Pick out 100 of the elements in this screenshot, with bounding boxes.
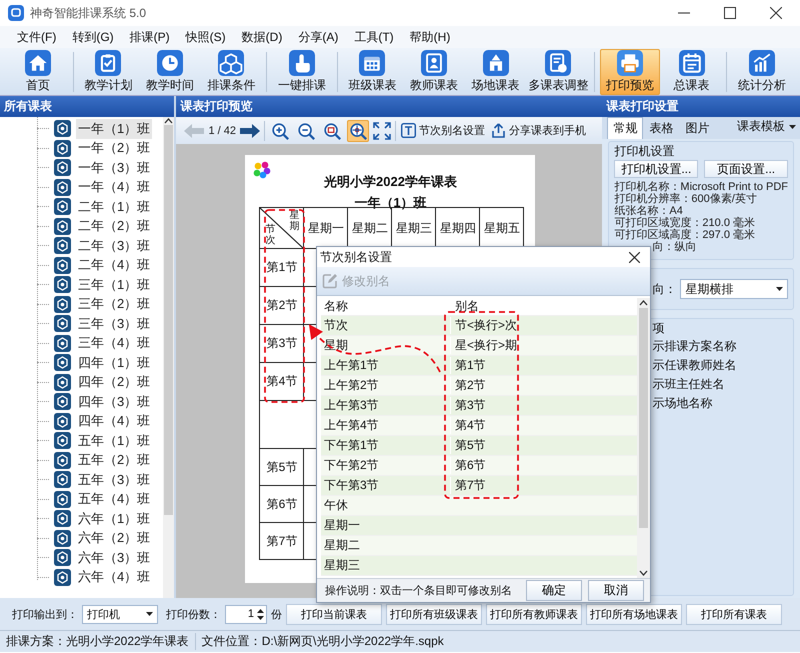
share-button[interactable]: 分享课表到手机 bbox=[490, 123, 588, 138]
class-icon bbox=[54, 452, 71, 469]
building-icon bbox=[480, 50, 511, 76]
tree-item[interactable]: 六年（2）班 bbox=[76, 528, 152, 548]
period-label: 第3节 bbox=[266, 336, 298, 350]
close-icon[interactable] bbox=[629, 252, 640, 262]
class-icon bbox=[54, 276, 71, 294]
tree-item[interactable]: 三年（3）班 bbox=[76, 314, 152, 334]
tree-item[interactable]: 二年（1）班 bbox=[76, 196, 152, 217]
table-cell: 上午第4节 bbox=[324, 418, 379, 432]
copies-spinner[interactable]: 1 bbox=[225, 604, 267, 624]
layout-dropdown[interactable]: 星期横排 bbox=[680, 279, 788, 299]
fullscreen-icon[interactable] bbox=[373, 122, 392, 140]
tree-item[interactable]: 二年（3）班 bbox=[76, 236, 152, 256]
scroll-down-icon[interactable] bbox=[639, 568, 648, 578]
tree-item[interactable]: 一年（2）班 bbox=[76, 138, 152, 158]
menu-item[interactable]: 数据(D) bbox=[234, 26, 290, 48]
day-header: 星期五 bbox=[484, 220, 520, 234]
tree-item[interactable]: 一年（4）班 bbox=[76, 177, 152, 198]
tree-item[interactable]: 四年（3）班 bbox=[76, 392, 152, 412]
toolbar-button[interactable]: 打印预览 bbox=[600, 48, 660, 94]
unit-label: 份 bbox=[271, 608, 282, 622]
toolbar-button[interactable]: 班级课表 bbox=[342, 48, 402, 94]
template-menu[interactable]: 课表模板 bbox=[733, 118, 800, 139]
class-icon bbox=[54, 315, 71, 332]
menu-item[interactable]: 分享(A) bbox=[290, 26, 346, 48]
menu-item[interactable]: 排课(P) bbox=[122, 26, 178, 48]
option-label: 示排课方案名称 bbox=[652, 338, 738, 355]
class-icon bbox=[54, 510, 71, 528]
tree-item[interactable]: 六年（1）班 bbox=[76, 508, 152, 529]
class-icon bbox=[54, 530, 71, 547]
maximize-icon[interactable] bbox=[724, 7, 736, 19]
printer-info: 可打印区域宽度：210.0 毫米 bbox=[614, 217, 756, 229]
toolbar-button[interactable]: 场地课表 bbox=[466, 48, 526, 94]
printer-info: 打印机分辨率：600像素/英寸 bbox=[614, 193, 758, 205]
class-icon bbox=[54, 140, 71, 157]
class-icon bbox=[54, 178, 71, 196]
print-button[interactable]: 打印所有场地课表 bbox=[586, 604, 682, 624]
table-cell: 星<换行>期 bbox=[455, 338, 518, 352]
menu-item[interactable]: 转到(G) bbox=[64, 26, 122, 48]
day-header: 星期一 bbox=[308, 220, 344, 234]
tree-item[interactable]: 五年（3）班 bbox=[76, 470, 152, 490]
toolbar-button[interactable]: 统计分析 bbox=[732, 48, 792, 94]
tree-item[interactable]: 一年（1）班 bbox=[76, 118, 152, 139]
group-title: 打印机设置 bbox=[614, 144, 676, 158]
scrollbar[interactable] bbox=[162, 117, 174, 598]
print-button[interactable]: 打印当前课表 bbox=[286, 604, 382, 624]
toolbar-button[interactable]: 排课条件 bbox=[202, 48, 262, 94]
tree-item[interactable]: 四年（4）班 bbox=[76, 411, 152, 432]
tree-item[interactable]: 一年（3）班 bbox=[76, 158, 152, 178]
tab[interactable]: 图片 bbox=[679, 117, 716, 139]
class-icon bbox=[54, 412, 71, 430]
scrollbar[interactable] bbox=[637, 298, 650, 578]
class-icon bbox=[54, 393, 71, 410]
print-button[interactable]: 打印所有课表 bbox=[686, 604, 782, 624]
close-icon[interactable] bbox=[770, 7, 782, 19]
toolbar-button[interactable]: 一键排课 bbox=[272, 48, 332, 94]
menu-item[interactable]: 文件(F) bbox=[9, 26, 64, 48]
tab[interactable]: 常规 bbox=[607, 117, 644, 139]
toolbar-button[interactable]: 教学时间 bbox=[140, 48, 200, 94]
table-cell: 午休 bbox=[324, 498, 348, 512]
clock-icon bbox=[154, 50, 185, 76]
scroll-up-icon[interactable] bbox=[164, 117, 173, 125]
tree-item[interactable]: 四年（1）班 bbox=[76, 352, 152, 373]
class-icon bbox=[54, 374, 71, 391]
tree-item[interactable]: 六年（3）班 bbox=[76, 548, 152, 568]
settings-button[interactable]: 打印机设置... bbox=[614, 160, 698, 178]
toolbar-button[interactable]: 多课表调整 bbox=[527, 48, 590, 94]
print-button[interactable]: 打印所有班级课表 bbox=[386, 604, 482, 624]
toolbar-button[interactable]: 教学计划 bbox=[78, 48, 138, 94]
alias-settings-button[interactable]: 节次别名设置 bbox=[400, 123, 486, 138]
chart-icon bbox=[747, 50, 778, 76]
period-label: 第5节 bbox=[266, 460, 298, 474]
tree-item[interactable]: 五年（1）班 bbox=[76, 430, 152, 451]
toolbar-button[interactable]: 教师课表 bbox=[404, 48, 464, 94]
menu-item[interactable]: 快照(S) bbox=[178, 26, 234, 48]
scroll-up-icon[interactable] bbox=[639, 298, 648, 308]
toolbar-button[interactable]: 总课表 bbox=[662, 48, 722, 94]
spinner-arrows-icon[interactable] bbox=[257, 608, 264, 620]
tree-item[interactable]: 二年（4）班 bbox=[76, 255, 152, 276]
dialog-button[interactable]: 确定 bbox=[526, 580, 582, 601]
table-cell: 第1节 bbox=[455, 358, 486, 372]
tree-item[interactable]: 五年（2）班 bbox=[76, 450, 152, 470]
zoom-area-icon[interactable] bbox=[347, 120, 370, 142]
settings-button[interactable]: 页面设置... bbox=[704, 160, 788, 178]
toolbar-button[interactable]: 首页 bbox=[8, 48, 68, 94]
output-dropdown[interactable]: 打印机 bbox=[82, 604, 158, 624]
tree-item[interactable]: 六年（4）班 bbox=[76, 567, 152, 588]
menu-item[interactable]: 帮助(H) bbox=[402, 26, 458, 48]
tree-item[interactable]: 二年（2）班 bbox=[76, 216, 152, 236]
tree-item[interactable]: 五年（4）班 bbox=[76, 489, 152, 510]
tree-item[interactable]: 四年（2）班 bbox=[76, 372, 152, 392]
tree-item[interactable]: 三年（1）班 bbox=[76, 274, 152, 295]
tree-item[interactable]: 三年（2）班 bbox=[76, 294, 152, 314]
menu-item[interactable]: 工具(T) bbox=[346, 26, 402, 48]
tab[interactable]: 表格 bbox=[643, 117, 680, 139]
forward-arrow-icon[interactable] bbox=[240, 122, 260, 138]
print-button[interactable]: 打印所有教师课表 bbox=[486, 604, 582, 624]
tree-item[interactable]: 三年（4）班 bbox=[76, 333, 152, 354]
dialog-button[interactable]: 取消 bbox=[588, 580, 644, 601]
